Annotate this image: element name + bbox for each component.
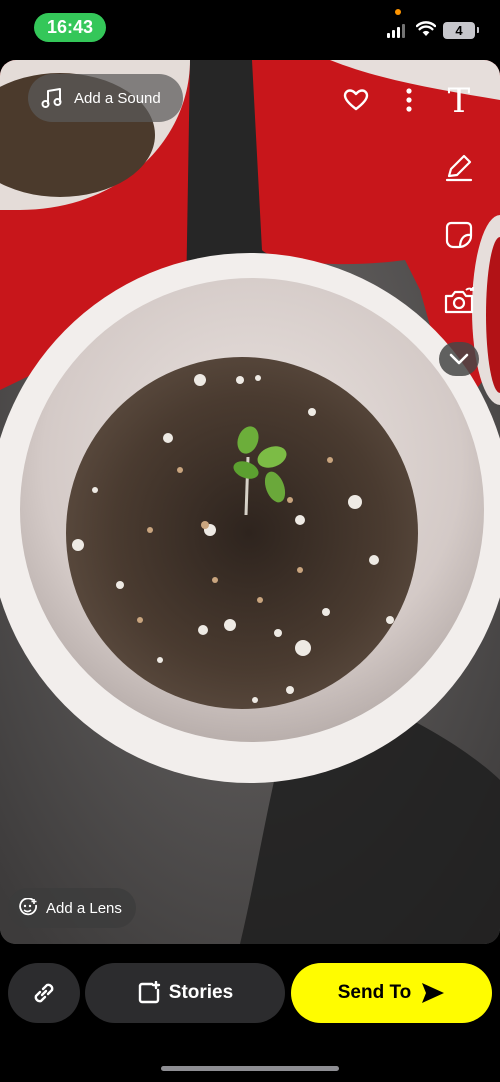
send-arrow-icon <box>422 983 445 1003</box>
home-indicator[interactable] <box>161 1066 339 1071</box>
snap-photo <box>0 60 500 944</box>
wifi-icon <box>416 21 436 36</box>
stories-button[interactable]: Stories <box>85 963 285 1023</box>
chevron-down-icon <box>449 353 469 365</box>
send-to-button[interactable]: Send To <box>291 963 492 1023</box>
draw-tool-button[interactable] <box>440 148 478 186</box>
add-sound-button[interactable]: Add a Sound <box>28 74 183 122</box>
snap-preview[interactable]: Add a Sound T Add a Lens <box>0 60 500 944</box>
favorite-button[interactable] <box>340 84 372 116</box>
battery-indicator: 4 <box>443 22 479 39</box>
privacy-indicator-dot <box>395 9 401 15</box>
add-story-icon <box>138 981 160 1004</box>
add-sound-label: Add a Sound <box>74 89 161 107</box>
more-vertical-icon <box>406 88 412 112</box>
more-options-button[interactable] <box>398 84 420 116</box>
lens-smiley-icon <box>19 898 37 916</box>
sticker-icon <box>445 221 473 249</box>
send-to-label: Send To <box>337 982 412 1003</box>
attach-link-button[interactable] <box>8 963 80 1023</box>
stories-label: Stories <box>168 982 234 1003</box>
music-note-icon <box>41 88 62 108</box>
add-lens-button[interactable]: Add a Lens <box>8 888 136 928</box>
pencil-icon <box>445 154 473 182</box>
status-time: 16:43 <box>34 13 106 42</box>
camera-flip-icon <box>444 287 474 314</box>
cellular-signal-icon <box>387 24 405 38</box>
text-tool-button[interactable]: T <box>440 82 478 120</box>
heart-icon <box>343 89 369 111</box>
camera-retake-button[interactable] <box>440 282 478 320</box>
sticker-tool-button[interactable] <box>440 216 478 254</box>
text-tool-icon: T <box>447 81 471 121</box>
link-icon <box>34 983 54 1003</box>
expand-tools-button[interactable] <box>439 342 479 376</box>
status-bar: 16:43 4 <box>0 0 500 56</box>
add-lens-label: Add a Lens <box>46 899 122 917</box>
